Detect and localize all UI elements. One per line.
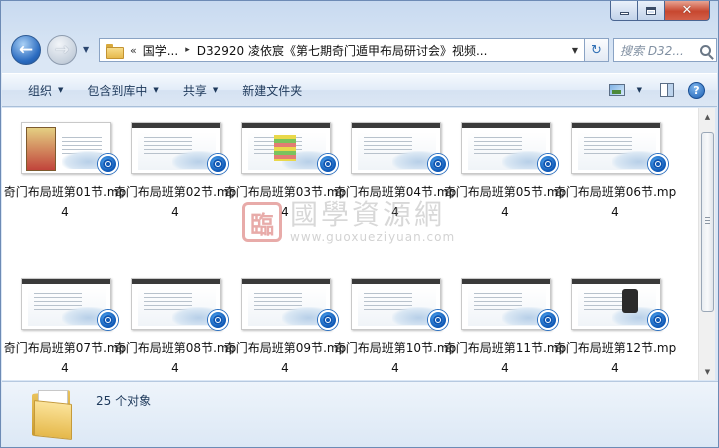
file-name: 奇门布局班第10节.mp4: [333, 341, 457, 375]
caption-buttons: ✕: [610, 1, 710, 21]
forward-arrow-icon: →: [54, 39, 70, 60]
video-file-icon: [208, 310, 228, 330]
chevron-down-icon: ▼: [212, 86, 219, 94]
change-view-icon[interactable]: [608, 84, 625, 96]
breadcrumb-item[interactable]: 国学...: [143, 42, 178, 59]
command-bar: 组织 ▼ 包含到库中 ▼ 共享 ▼ 新建文件夹 ▼ ?: [2, 73, 717, 107]
video-file-icon: [208, 154, 228, 174]
address-dropdown[interactable]: ▼: [566, 46, 584, 55]
scroll-down-button[interactable]: ▼: [699, 363, 716, 380]
video-file-icon: [98, 154, 118, 174]
file-name: 奇门布局班第06节.mp4: [553, 185, 677, 219]
item-count: 25 个对象: [96, 394, 152, 408]
organize-label: 组织: [28, 83, 53, 98]
preview-pane-icon[interactable]: [660, 83, 674, 97]
refresh-button[interactable]: ↻: [585, 38, 609, 62]
file-name: 奇门布局班第02节.mp4: [113, 185, 237, 219]
address-bar[interactable]: « 国学... ▸ D32920 凌依宸《第七期奇门遁甲布局研讨会》视频... …: [99, 38, 585, 62]
maximize-button[interactable]: [637, 1, 664, 21]
navigation-bar: ← → ▼ « 国学... ▸ D32920 凌依宸《第七期奇门遁甲布局研讨会》…: [7, 33, 717, 67]
search-input[interactable]: 搜索 D32...: [613, 38, 717, 62]
explorer-window: ✕ ← → ▼ « 国学... ▸ D32920 凌依宸《第七期奇门遁甲布局研讨…: [0, 0, 719, 448]
chevron-down-icon: ▼: [58, 86, 64, 94]
video-file-icon: [318, 154, 338, 174]
video-file-icon: [428, 154, 448, 174]
close-button[interactable]: ✕: [664, 1, 710, 21]
file-name: 奇门布局班第05节.mp4: [443, 185, 567, 219]
file-name: 奇门布局班第09节.mp4: [223, 341, 347, 375]
file-list-view[interactable]: 奇门布局班第01节.mp4 奇门布局班第02节.mp4 奇门布局班第03节.mp4 奇…: [2, 108, 698, 380]
share-label: 共享: [182, 83, 207, 98]
include-in-library-menu[interactable]: 包含到库中 ▼: [79, 78, 166, 102]
organize-menu[interactable]: 组织 ▼: [20, 78, 71, 102]
video-file-icon: [648, 310, 668, 330]
file-name: 奇门布局班第04节.mp4: [333, 185, 457, 219]
file-name: 奇门布局班第11节.mp4: [443, 341, 567, 375]
video-file-icon: [428, 310, 448, 330]
folder-icon: [30, 388, 78, 440]
breadcrumb-overflow[interactable]: «: [130, 44, 137, 57]
folder-icon: [106, 43, 124, 59]
watermark-url: www.guoxueziyuan.com: [290, 230, 456, 244]
new-folder-button[interactable]: 新建文件夹: [234, 78, 310, 102]
details-pane: 25 个对象: [2, 381, 718, 447]
back-button[interactable]: ←: [11, 35, 41, 65]
file-name: 奇门布局班第08节.mp4: [113, 341, 237, 375]
file-name: 奇门布局班第01节.mp4: [3, 185, 127, 219]
help-icon[interactable]: ?: [688, 81, 705, 99]
video-file-icon: [318, 310, 338, 330]
new-folder-label: 新建文件夹: [242, 83, 303, 98]
breadcrumb-separator[interactable]: ▸: [185, 45, 190, 55]
include-in-library-label: 包含到库中: [87, 83, 148, 98]
forward-button[interactable]: →: [47, 35, 77, 65]
close-icon: ✕: [681, 3, 693, 18]
video-file-icon: [538, 310, 558, 330]
minimize-icon: [619, 12, 629, 15]
minimize-button[interactable]: [610, 1, 637, 21]
share-menu[interactable]: 共享 ▼: [175, 78, 226, 102]
scrollbar-thumb[interactable]: [701, 132, 714, 312]
back-arrow-icon: ←: [18, 39, 34, 60]
recent-pages-dropdown[interactable]: ▼: [83, 45, 89, 54]
file-name: 奇门布局班第07节.mp4: [3, 341, 127, 375]
chevron-down-icon: ▼: [153, 86, 159, 94]
search-placeholder: 搜索 D32...: [620, 43, 684, 58]
vertical-scrollbar[interactable]: ▲ ▼: [698, 108, 715, 380]
video-file-icon: [648, 154, 668, 174]
maximize-icon: [646, 6, 656, 15]
file-name: 奇门布局班第03节.mp4: [223, 185, 347, 219]
scroll-up-button[interactable]: ▲: [699, 108, 716, 125]
view-options-dropdown[interactable]: ▼: [637, 86, 642, 94]
toolbar-right-group: ▼ ?: [608, 81, 717, 99]
breadcrumb-item[interactable]: D32920 凌依宸《第七期奇门遁甲布局研讨会》视频...: [197, 42, 488, 59]
file-name: 奇门布局班第12节.mp4: [553, 341, 677, 375]
search-icon[interactable]: [700, 44, 711, 56]
video-file-icon: [538, 154, 558, 174]
refresh-icon: ↻: [591, 42, 602, 58]
video-file-icon: [98, 310, 118, 330]
